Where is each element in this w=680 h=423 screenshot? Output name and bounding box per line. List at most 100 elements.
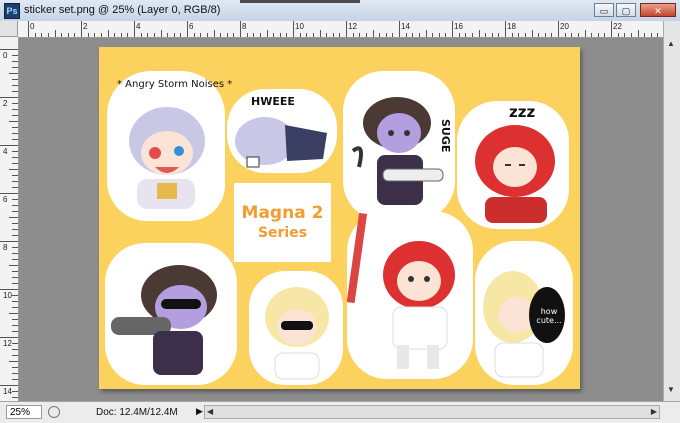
sticker-blonde-sunglasses — [249, 271, 343, 385]
ruler-minor-tick — [478, 30, 480, 37]
ruler-origin-corner[interactable] — [0, 21, 18, 37]
ruler-minor-tick — [200, 33, 202, 37]
ruler-minor-tick — [12, 181, 18, 182]
ruler-minor-tick — [9, 361, 18, 362]
ruler-major-tick — [0, 289, 18, 290]
ruler-minor-tick — [12, 391, 18, 392]
ruler-minor-tick — [591, 33, 593, 37]
ruler-minor-tick — [339, 33, 341, 37]
ruler-minor-tick — [544, 33, 546, 37]
ruler-minor-tick — [531, 30, 533, 37]
ruler-major-tick — [452, 21, 453, 37]
scroll-left-arrow-icon[interactable]: ◀ — [207, 406, 213, 418]
ruler-minor-tick — [491, 33, 493, 37]
ruler-minor-tick — [94, 33, 96, 37]
angry-character-art — [129, 107, 205, 209]
vertical-ruler[interactable]: 0 2 4 6 8 10 12 14 — [0, 37, 19, 401]
ruler-number: 4 — [3, 147, 8, 156]
ruler-major-tick — [0, 49, 18, 50]
ruler-minor-tick — [9, 121, 18, 122]
photoshop-app-icon[interactable]: Ps — [4, 3, 20, 19]
ruler-minor-tick — [12, 325, 18, 326]
ruler-major-tick — [0, 145, 18, 146]
ruler-minor-tick — [465, 33, 467, 37]
ruler-minor-tick — [319, 30, 321, 37]
ruler-major-tick — [399, 21, 400, 37]
restore-button[interactable]: ▢ — [616, 3, 636, 17]
ruler-minor-tick — [498, 33, 500, 37]
horizontal-ruler[interactable]: 024681012141618202224 — [18, 21, 675, 38]
ruler-number: 10 — [3, 291, 12, 300]
ruler-minor-tick — [644, 33, 646, 37]
ruler-minor-tick — [12, 139, 18, 140]
ruler-minor-tick — [9, 169, 18, 170]
ruler-number: 6 — [3, 195, 8, 204]
ruler-minor-tick — [12, 283, 18, 284]
ruler-number: 18 — [507, 22, 516, 31]
ruler-minor-tick — [9, 73, 18, 74]
ruler-number: 6 — [189, 22, 194, 31]
ruler-number: 0 — [30, 22, 35, 31]
ruler-minor-tick — [12, 253, 18, 254]
ruler-minor-tick — [12, 301, 18, 302]
ruler-major-tick — [0, 193, 18, 194]
ruler-minor-tick — [12, 343, 18, 344]
top-strip — [240, 0, 360, 3]
sticker-angry-storm-noises: * Angry Storm Noises * — [107, 71, 232, 221]
ruler-minor-tick — [9, 313, 18, 314]
ruler-number: 10 — [295, 22, 304, 31]
ruler-minor-tick — [180, 33, 182, 37]
ruler-minor-tick — [34, 33, 36, 37]
ruler-minor-tick — [577, 33, 579, 37]
ruler-minor-tick — [12, 127, 18, 128]
ruler-minor-tick — [524, 33, 526, 37]
minimize-button[interactable]: ▭ — [594, 3, 614, 17]
ruler-major-tick — [0, 385, 18, 386]
ruler-minor-tick — [12, 397, 18, 398]
ruler-minor-tick — [253, 33, 255, 37]
ruler-minor-tick — [140, 33, 142, 37]
vertical-scrollbar[interactable]: ▲ ▼ — [663, 21, 680, 401]
ruler-minor-tick — [12, 157, 18, 158]
scroll-up-arrow-icon[interactable]: ▲ — [667, 39, 675, 48]
ruler-number: 8 — [3, 243, 8, 252]
document-size-info: Doc: 12.4M/12.4M — [96, 407, 178, 418]
series-title-card: Magna 2 Series — [234, 183, 331, 262]
series-title: Magna 2 — [241, 203, 324, 223]
sticker-hweee: HWEEE — [227, 89, 337, 173]
ruler-minor-tick — [12, 319, 18, 320]
ruler-minor-tick — [213, 30, 215, 37]
ruler-minor-tick — [12, 175, 18, 176]
zoom-level-field[interactable]: 25% — [6, 405, 42, 419]
series-subtitle: Series — [257, 225, 308, 241]
ruler-minor-tick — [12, 259, 18, 260]
ruler-major-tick — [81, 21, 82, 37]
ruler-minor-tick — [12, 373, 18, 374]
ruler-minor-tick — [12, 187, 18, 188]
ruler-minor-tick — [226, 33, 228, 37]
ruler-minor-tick — [12, 349, 18, 350]
blonde-character-art — [265, 287, 329, 380]
ruler-minor-tick — [372, 30, 374, 37]
ruler-major-tick — [505, 21, 506, 37]
close-button[interactable]: ✕ — [640, 3, 676, 17]
ruler-major-tick — [293, 21, 294, 37]
horizontal-scrollbar[interactable]: ◀ ▶ — [204, 405, 660, 419]
ruler-minor-tick — [127, 33, 129, 37]
ruler-minor-tick — [312, 33, 314, 37]
ruler-minor-tick — [220, 33, 222, 37]
ruler-minor-tick — [624, 33, 626, 37]
ruler-minor-tick — [657, 33, 659, 37]
ruler-minor-tick — [12, 229, 18, 230]
ruler-minor-tick — [604, 33, 606, 37]
ruler-minor-tick — [67, 33, 69, 37]
ruler-minor-tick — [12, 367, 18, 368]
ruler-minor-tick — [306, 33, 308, 37]
ruler-minor-tick — [12, 133, 18, 134]
scroll-right-arrow-icon[interactable]: ▶ — [651, 406, 657, 418]
scroll-down-arrow-icon[interactable]: ▼ — [667, 385, 675, 394]
status-info-icon[interactable] — [48, 406, 60, 418]
status-menu-arrow-icon[interactable]: ▶ — [196, 406, 203, 417]
ruler-minor-tick — [405, 33, 407, 37]
document-canvas[interactable]: * Angry Storm Noises * HWEEE SUGE zzz Ma… — [99, 47, 580, 389]
